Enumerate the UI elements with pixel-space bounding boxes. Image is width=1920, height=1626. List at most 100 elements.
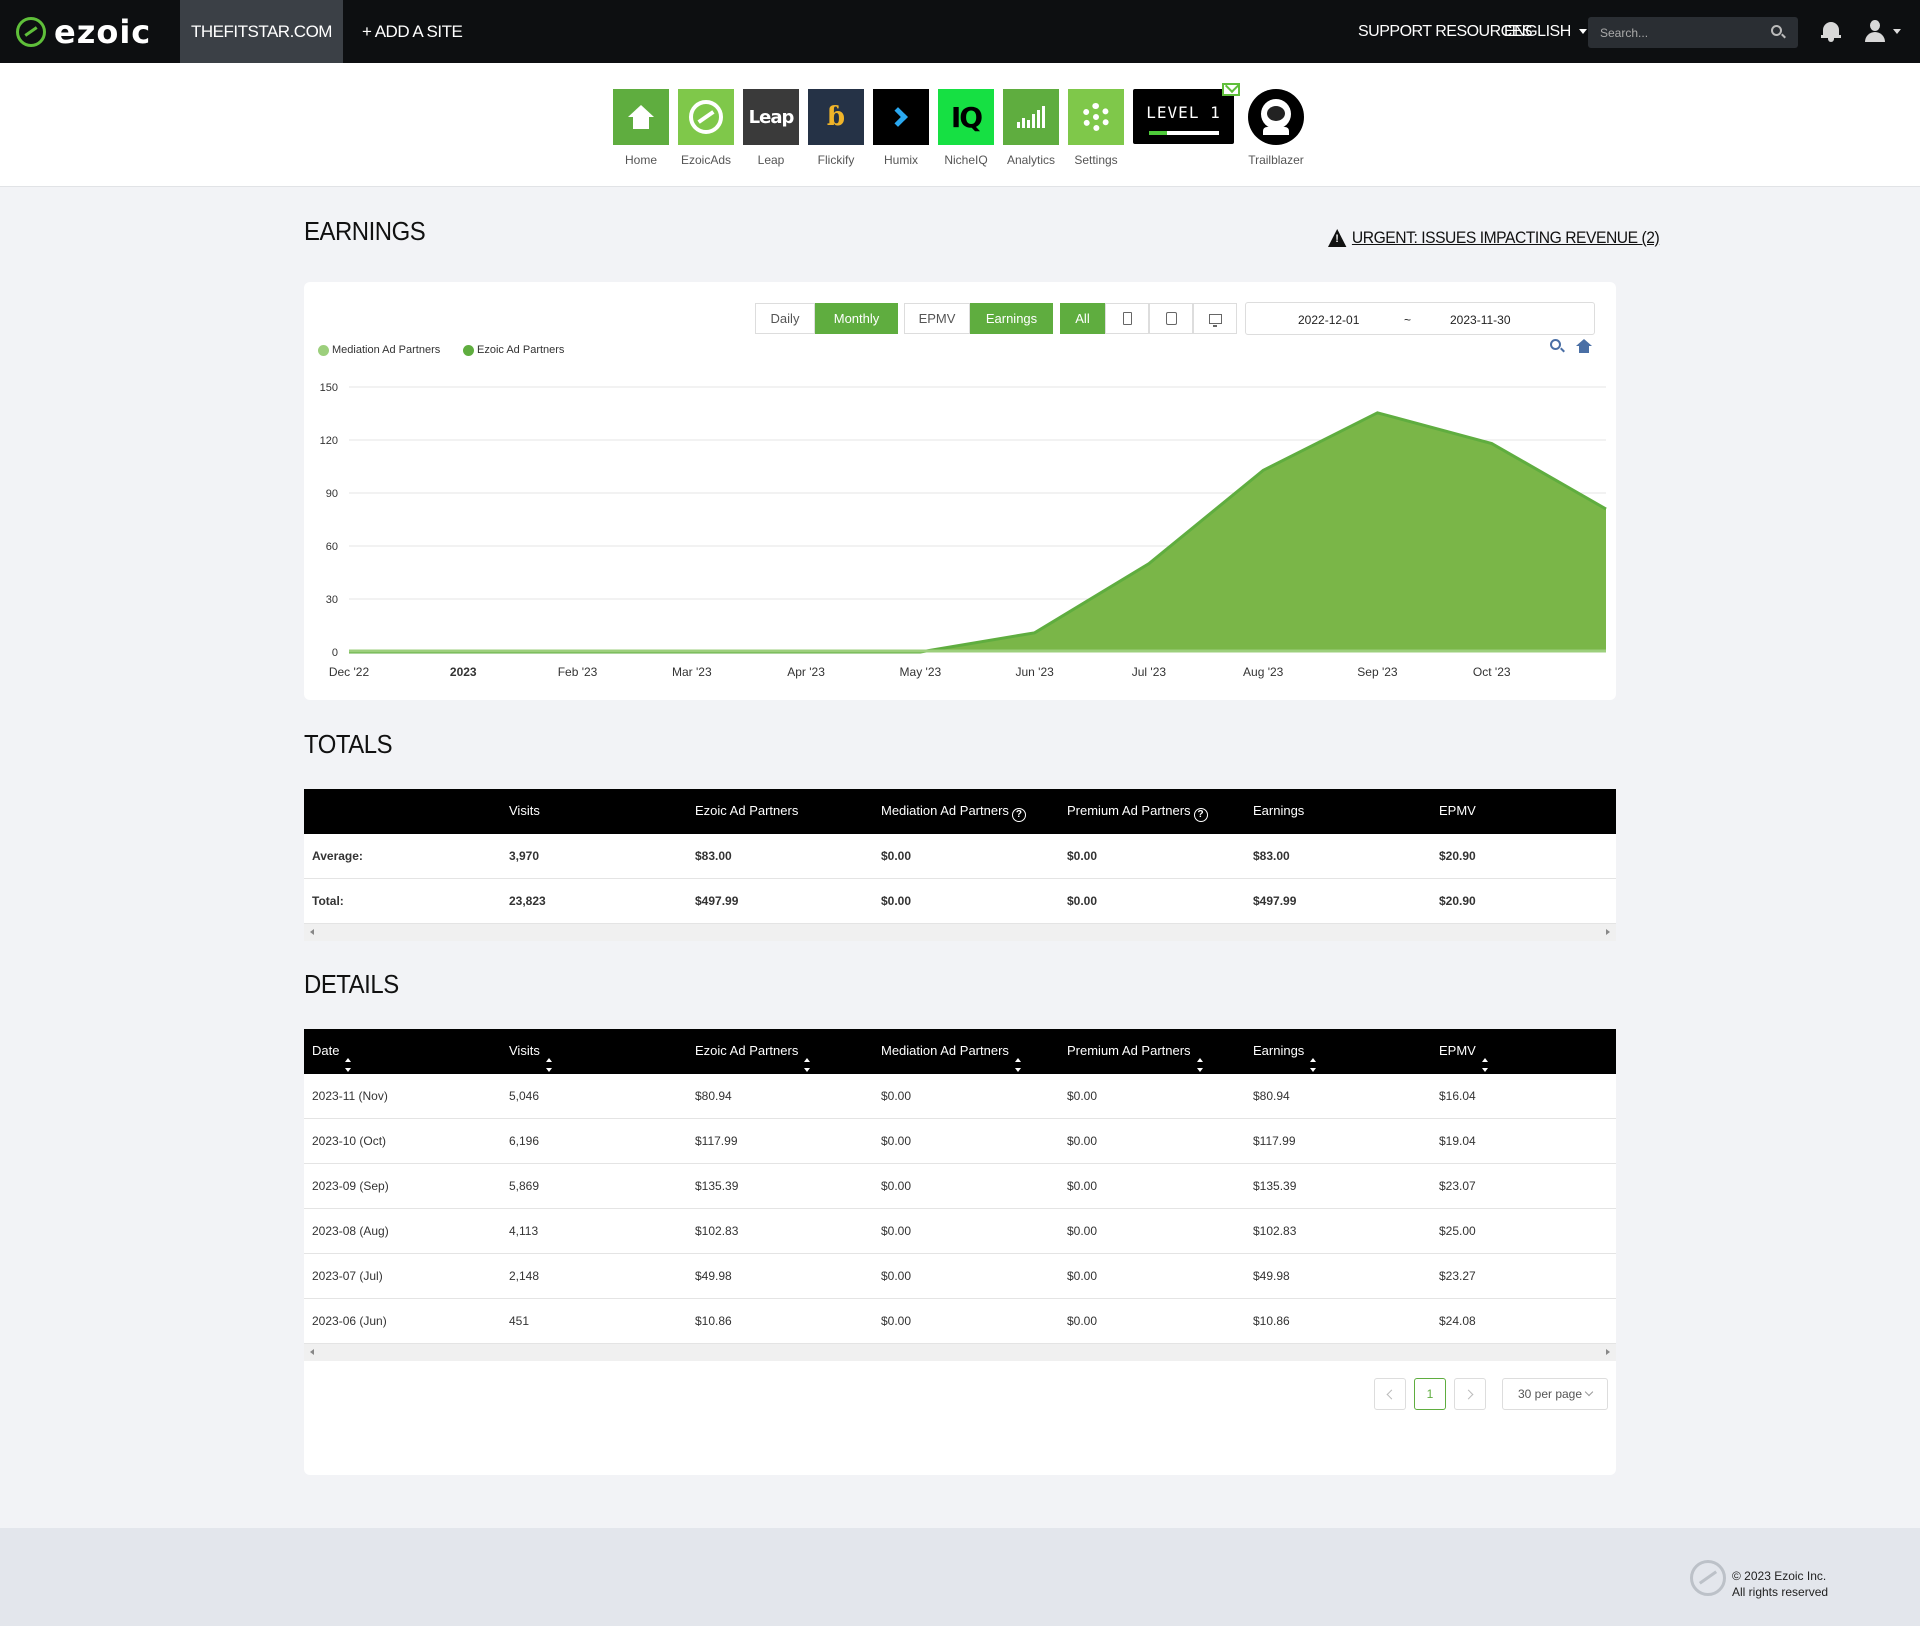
column-header[interactable]: Date — [312, 1043, 352, 1072]
current-site-tab[interactable]: THEFITSTAR.COM — [180, 0, 343, 63]
chevron-right-icon — [1463, 1389, 1474, 1399]
ezoic-logo-icon — [16, 17, 46, 47]
monthly-button[interactable]: Monthly — [815, 303, 898, 334]
horizontal-scrollbar[interactable] — [304, 924, 1616, 941]
earnings-area-chart: 0 30 60 90 120 150 Dec '22 2023 Feb '23 Mar '23 Ap… — [320, 382, 1607, 679]
date-start[interactable]: 2022-12-01 — [1298, 313, 1359, 327]
table-cell: 2,148 — [509, 1269, 540, 1283]
column-header: Mediation Ad Partners? — [881, 803, 1026, 822]
column-header-label: EPMV — [1439, 1043, 1476, 1058]
language-label: ENGLISH — [1504, 22, 1571, 40]
column-header[interactable]: Premium Ad Partners — [1067, 1043, 1203, 1072]
horizontal-scrollbar[interactable] — [304, 1344, 1616, 1361]
column-header: EPMV — [1439, 803, 1476, 818]
app-flickify[interactable]: ɓ Flickify — [808, 89, 864, 167]
reset-zoom-home-icon[interactable] — [1576, 339, 1592, 353]
x-tick-label: Feb '23 — [558, 665, 598, 679]
level-badge[interactable]: LEVEL 1 — [1133, 89, 1234, 144]
details-table: Date Visits Ezoic Ad Partners Mediation Ad … — [304, 1029, 1616, 1361]
epmv-button[interactable]: EPMV — [904, 303, 970, 334]
y-tick-label: 0 — [332, 647, 338, 659]
help-icon[interactable]: ? — [1193, 808, 1208, 822]
column-header[interactable]: EPMV — [1439, 1043, 1488, 1072]
language-selector[interactable]: ENGLISH — [1504, 0, 1587, 63]
bell-icon[interactable] — [1821, 20, 1841, 42]
tablet-device-button[interactable] — [1149, 303, 1193, 334]
app-analytics[interactable]: Analytics — [1003, 89, 1059, 167]
app-settings[interactable]: Settings — [1068, 89, 1124, 167]
app-nicheiq[interactable]: IQ NicheIQ — [938, 89, 994, 167]
add-site-link[interactable]: + ADD A SITE — [362, 0, 463, 63]
scroll-left-icon[interactable] — [310, 929, 314, 935]
column-header-label: Mediation Ad Partners — [881, 803, 1009, 818]
table-cell: 2023-06 (Jun) — [312, 1314, 387, 1328]
table-cell: $0.00 — [1067, 1089, 1098, 1103]
ezoic-logo[interactable]: ezoic — [16, 13, 151, 51]
urgent-issues-link[interactable]: URGENT: ISSUES IMPACTING REVENUE (2) — [1328, 228, 1660, 248]
table-cell: $0.00 — [881, 1314, 912, 1328]
column-header[interactable]: Visits — [509, 1043, 552, 1072]
chevron-down-icon — [1584, 1387, 1594, 1397]
sort-icon[interactable] — [1196, 1058, 1203, 1072]
app-home[interactable]: Home — [613, 89, 669, 167]
prev-page-button[interactable] — [1374, 1378, 1406, 1410]
earnings-title: EARNINGS — [304, 216, 426, 246]
column-header[interactable]: Ezoic Ad Partners — [695, 1043, 811, 1072]
per-page-select[interactable]: 30 per page — [1502, 1378, 1608, 1410]
legend-item-ezoic[interactable]: Ezoic Ad Partners — [463, 344, 564, 356]
next-page-button[interactable] — [1454, 1378, 1486, 1410]
sort-icon[interactable] — [804, 1058, 811, 1072]
page-number-button[interactable]: 1 — [1414, 1378, 1446, 1410]
sort-icon[interactable] — [345, 1058, 352, 1072]
sort-icon[interactable] — [545, 1058, 552, 1072]
search-icon[interactable] — [1771, 25, 1782, 36]
table-cell: $0.00 — [1067, 1179, 1098, 1193]
scroll-left-icon[interactable] — [310, 1349, 314, 1355]
device-toggle: All — [1060, 303, 1237, 334]
column-header-label: Ezoic Ad Partners — [695, 1043, 799, 1058]
per-page-label: 30 per page — [1517, 1387, 1583, 1401]
legend-label: Ezoic Ad Partners — [477, 344, 565, 356]
gear-icon — [1068, 89, 1124, 145]
legend-item-mediation[interactable]: Mediation Ad Partners — [318, 344, 440, 356]
table-cell: $23.27 — [1439, 1269, 1476, 1283]
sort-icon[interactable] — [1310, 1058, 1317, 1072]
mobile-device-button[interactable] — [1105, 303, 1149, 334]
column-header-label: Premium Ad Partners — [1067, 803, 1191, 818]
sort-icon[interactable] — [1014, 1058, 1021, 1072]
all-devices-button[interactable]: All — [1060, 303, 1105, 334]
date-end[interactable]: 2023-11-30 — [1450, 313, 1511, 327]
totals-table: Visits Ezoic Ad Partners Mediation Ad Part… — [304, 789, 1616, 941]
app-humix[interactable]: Humix — [873, 89, 929, 167]
table-cell: $102.83 — [695, 1224, 739, 1238]
scroll-right-icon[interactable] — [1606, 929, 1610, 935]
trailblazer-astronaut-icon[interactable] — [1248, 89, 1304, 145]
x-tick-label: Sep '23 — [1357, 665, 1398, 679]
search-input[interactable] — [1588, 17, 1798, 48]
zoom-icon[interactable] — [1550, 339, 1561, 350]
table-row: 2023-09 (Sep) 5,869 $135.39 $0.00 $0.00 $135.… — [304, 1164, 1616, 1209]
date-range-picker[interactable]: 2022-12-01 ~ 2023-11-30 — [1245, 302, 1595, 335]
mail-icon[interactable] — [1222, 83, 1240, 96]
caret-down-icon[interactable] — [1893, 29, 1901, 34]
daily-button[interactable]: Daily — [755, 303, 815, 334]
x-tick-label: Jul '23 — [1132, 665, 1167, 679]
column-header[interactable]: Earnings — [1253, 1043, 1317, 1072]
column-header[interactable]: Mediation Ad Partners — [881, 1043, 1021, 1072]
table-cell: $20.90 — [1439, 894, 1476, 908]
help-icon[interactable]: ? — [1011, 808, 1026, 822]
details-header-row: Date Visits Ezoic Ad Partners Mediation Ad … — [304, 1029, 1616, 1074]
app-leap[interactable]: Leap Leap — [743, 89, 799, 167]
app-ezoicads[interactable]: EzoicAds — [678, 89, 734, 167]
column-header: Earnings — [1253, 803, 1304, 818]
user-icon[interactable] — [1864, 20, 1886, 42]
table-cell: $25.00 — [1439, 1224, 1476, 1238]
table-cell: $0.00 — [881, 1089, 912, 1103]
earnings-button[interactable]: Earnings — [970, 303, 1053, 334]
x-tick-label: Apr '23 — [787, 665, 825, 679]
table-cell: $0.00 — [1067, 1314, 1098, 1328]
scroll-right-icon[interactable] — [1606, 1349, 1610, 1355]
iq-icon: IQ — [938, 89, 994, 145]
sort-icon[interactable] — [1481, 1058, 1488, 1072]
desktop-device-button[interactable] — [1193, 303, 1237, 334]
